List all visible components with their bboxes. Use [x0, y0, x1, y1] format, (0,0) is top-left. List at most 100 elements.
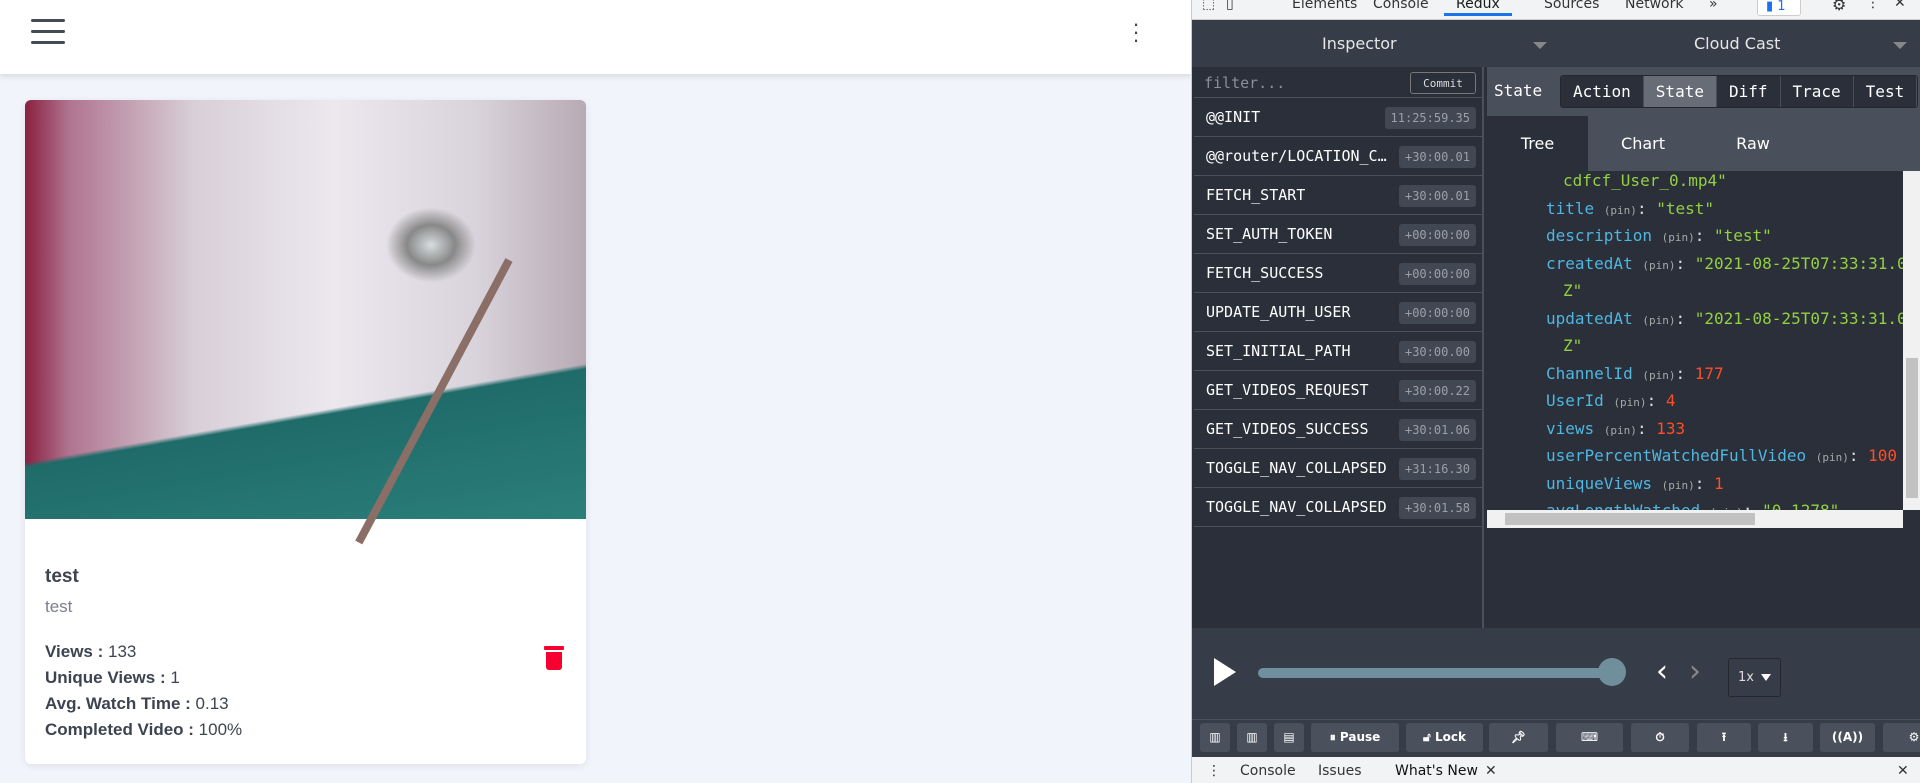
kebab-icon[interactable]: · · ·	[1130, 13, 1142, 51]
step-forward-icon[interactable]: ›	[1689, 654, 1701, 689]
action-item[interactable]: @@router/LOCATION_C… +30:00.01	[1194, 137, 1484, 176]
action-name: TOGGLE_NAV_COLLAPSED	[1206, 498, 1387, 516]
tab-network[interactable]: Network	[1625, 0, 1683, 12]
action-item[interactable]: TOGGLE_NAV_COLLAPSED +31:16.30	[1194, 449, 1484, 488]
pin-link[interactable]: (pin)	[1662, 479, 1695, 492]
upload-icon[interactable]: ⭱	[1697, 723, 1751, 752]
pin-link[interactable]: (pin)	[1642, 259, 1675, 272]
dock-bottom-icon[interactable]: ▤	[1274, 723, 1304, 752]
video-thumbnail[interactable]	[25, 100, 586, 545]
action-item[interactable]: GET_VIDEOS_SUCCESS +30:01.06	[1194, 410, 1484, 449]
action-time: +00:00:00	[1398, 263, 1476, 285]
close-drawer-icon[interactable]: ✕	[1897, 763, 1909, 779]
timeline-slider[interactable]	[1258, 668, 1608, 678]
tree-node-description: description (pin): "test"	[1546, 226, 1772, 245]
tree-value: "0.1278"	[1762, 501, 1839, 510]
tree-key: createdAt	[1546, 253, 1633, 273]
action-item[interactable]: SET_INITIAL_PATH +30:00.00	[1194, 332, 1484, 371]
tab-test[interactable]: Test	[1853, 76, 1918, 107]
settings-icon[interactable]: ⚙	[1883, 723, 1920, 752]
monitor-select[interactable]: Inspector	[1322, 34, 1397, 53]
speed-select[interactable]: 1x	[1728, 658, 1781, 697]
action-item[interactable]: FETCH_START +30:00.01	[1194, 176, 1484, 215]
dock-left-icon[interactable]: ▥	[1200, 723, 1230, 752]
action-time: +30:00.22	[1398, 380, 1476, 402]
pause-button[interactable]: ⏸ Pause	[1311, 723, 1399, 752]
timer-off-icon[interactable]: ⏱	[1631, 723, 1689, 752]
play-icon[interactable]	[1214, 658, 1236, 686]
action-name: FETCH_SUCCESS	[1206, 264, 1324, 282]
download-icon[interactable]: ⭳	[1758, 723, 1813, 752]
keyboard-icon[interactable]: ⌨	[1556, 723, 1623, 752]
action-item[interactable]: UPDATE_AUTH_USER +00:00:00	[1194, 293, 1484, 332]
step-back-icon[interactable]: ‹	[1656, 654, 1668, 689]
dock-right-icon[interactable]: ▥	[1237, 723, 1267, 752]
drawer-tab-console[interactable]: Console	[1240, 763, 1296, 779]
tree-node-title: title (pin): "test"	[1546, 198, 1714, 218]
video-card: test test Views : 133 Unique Views : 1 A…	[25, 100, 586, 764]
slider-bar: ‹ › 1x	[1192, 628, 1920, 720]
tab-sources[interactable]: Sources	[1544, 0, 1599, 12]
action-item[interactable]: FETCH_SUCCESS +00:00:00	[1194, 254, 1484, 293]
action-item[interactable]: GET_VIDEOS_REQUEST +30:00.22	[1194, 371, 1484, 410]
gear-icon[interactable]: ⚙	[1832, 0, 1846, 14]
more-tabs[interactable]: »	[1709, 0, 1718, 12]
commit-button[interactable]: Commit	[1410, 72, 1476, 94]
tree-node-uniqueviews: uniqueViews (pin): 1	[1546, 473, 1724, 493]
lock-button[interactable]: 🔓︎ Lock	[1406, 723, 1483, 752]
slider-handle[interactable]	[1598, 658, 1626, 686]
tab-state[interactable]: State	[1643, 76, 1717, 107]
stat-unique-views: Unique Views : 1	[45, 668, 180, 687]
filter-input[interactable]	[1204, 72, 1384, 94]
pin-link[interactable]: (pin)	[1642, 369, 1675, 382]
tab-chart[interactable]: Chart	[1588, 116, 1698, 171]
horizontal-scrollbar[interactable]	[1487, 510, 1903, 528]
tab-elements[interactable]: Elements	[1292, 0, 1357, 12]
pin-link[interactable]: (pin)	[1642, 314, 1675, 327]
close-tab-icon[interactable]: ✕	[1485, 763, 1497, 779]
delete-trash-icon[interactable]	[544, 646, 564, 670]
tree-node-upct: userPercentWatchedFullVideo (pin): 100	[1546, 446, 1898, 465]
tab-raw[interactable]: Raw	[1698, 116, 1808, 171]
action-item[interactable]: @@INIT 11:25:59.35	[1194, 98, 1484, 137]
tab-tree[interactable]: Tree	[1487, 116, 1588, 171]
pin-link[interactable]: (pin)	[1816, 451, 1849, 464]
inspect-element-icon[interactable]: ⬚	[1202, 0, 1215, 12]
chevron-down-icon[interactable]	[1533, 42, 1547, 49]
pin-icon[interactable]: 📌︎	[1489, 723, 1548, 752]
action-item[interactable]: TOGGLE_NAV_COLLAPSED +30:01.58	[1194, 488, 1484, 527]
pin-link[interactable]: (pin)	[1662, 231, 1695, 244]
chevron-down-icon[interactable]	[1893, 42, 1907, 49]
tab-console[interactable]: Console	[1373, 0, 1429, 12]
drawer-tab-issues[interactable]: Issues	[1318, 763, 1362, 779]
drawer-menu-icon[interactable]: ⋮	[1207, 763, 1221, 779]
tree-value: 4	[1665, 391, 1676, 410]
action-time: +30:01.06	[1398, 419, 1476, 441]
monitor-tabrow: State Action State Diff Trace Test	[1487, 67, 1920, 116]
tab-redux[interactable]: Redux	[1444, 0, 1512, 16]
stat-completed-video: Completed Video : 100%	[45, 720, 243, 739]
panel-label: State	[1494, 81, 1543, 100]
vertical-scrollbar[interactable]	[1903, 171, 1920, 510]
action-time: +30:00.01	[1398, 146, 1476, 168]
tree-key: userPercentWatchedFullVideo	[1546, 446, 1807, 465]
action-time: +30:01.58	[1398, 497, 1476, 519]
device-toggle-icon[interactable]: ▯	[1226, 0, 1234, 12]
action-name: @@INIT	[1206, 108, 1261, 126]
close-icon[interactable]: ✕	[1894, 0, 1906, 11]
drawer-tab-whats-new[interactable]: What's New	[1395, 763, 1478, 779]
tab-trace[interactable]: Trace	[1780, 76, 1854, 107]
instance-select[interactable]: Cloud Cast	[1694, 34, 1780, 53]
video-title: test	[45, 566, 79, 587]
pin-link[interactable]: (pin)	[1604, 204, 1637, 217]
remote-icon[interactable]: ((A))	[1820, 723, 1875, 752]
hamburger-icon[interactable]	[31, 19, 65, 45]
action-time: +00:00:00	[1398, 224, 1476, 246]
tab-action[interactable]: Action	[1561, 76, 1644, 107]
issues-badge[interactable]: ▮ 1	[1757, 0, 1801, 16]
tab-diff[interactable]: Diff	[1716, 76, 1781, 107]
pin-link[interactable]: (pin)	[1604, 424, 1637, 437]
pin-link[interactable]: (pin)	[1613, 396, 1646, 409]
kebab-icon[interactable]: ⋮	[1866, 0, 1880, 11]
action-item[interactable]: SET_AUTH_TOKEN +00:00:00	[1194, 215, 1484, 254]
